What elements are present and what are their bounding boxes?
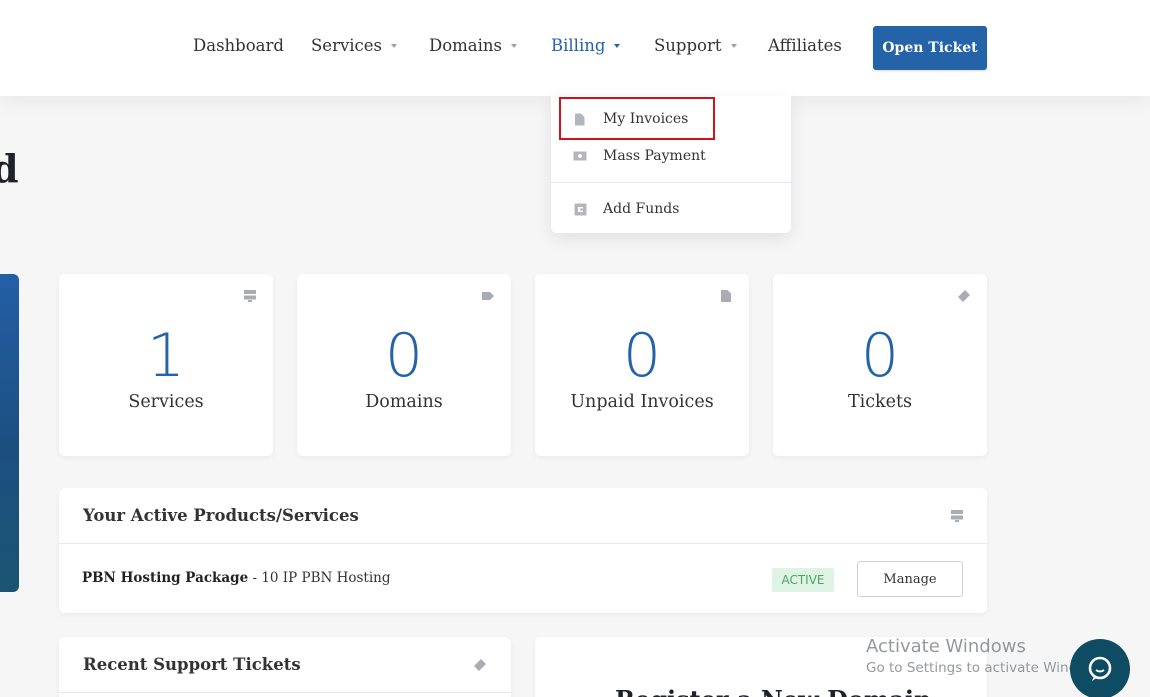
caret-down-icon <box>391 44 398 48</box>
nav-support[interactable]: Support <box>654 36 737 55</box>
status-badge: ACTIVE <box>772 568 834 592</box>
stat-value: 0 <box>860 321 900 391</box>
nav-affiliates[interactable]: Affiliates <box>768 36 842 55</box>
chat-bubble-icon <box>1088 656 1112 681</box>
stat-tile-domains[interactable]: 0 Domains <box>297 274 511 456</box>
stat-value: 0 <box>622 321 662 391</box>
stat-tile-unpaid-invoices[interactable]: 0 Unpaid Invoices <box>535 274 749 456</box>
stat-tile-tickets[interactable]: 0 Tickets <box>773 274 987 456</box>
caret-down-icon <box>614 44 621 48</box>
service-row[interactable]: PBN Hosting Package - 10 IP PBN Hosting <box>82 570 391 586</box>
nav-services[interactable]: Services <box>311 36 398 55</box>
menu-divider <box>551 182 791 183</box>
service-name: PBN Hosting Package <box>82 570 249 586</box>
card-header: Your Active Products/Services <box>59 488 987 544</box>
stat-label: Services <box>128 392 204 412</box>
nav-billing[interactable]: Billing <box>551 36 621 55</box>
caret-down-icon <box>511 44 518 48</box>
server-icon <box>244 290 256 302</box>
nav-support-label: Support <box>654 36 722 55</box>
activate-windows-title: Activate Windows <box>866 636 1026 657</box>
menu-item-add-funds[interactable]: Add Funds <box>551 196 791 222</box>
stat-label: Tickets <box>847 392 913 412</box>
nav-services-label: Services <box>311 36 383 55</box>
highlight-box <box>559 97 715 140</box>
service-detail: - 10 IP PBN Hosting <box>248 570 391 586</box>
nav-domains-label: Domains <box>429 36 503 55</box>
card-title: Register a New Domain <box>615 685 931 697</box>
top-navbar: Dashboard Services Domains Billing Suppo… <box>0 0 1150 96</box>
menu-item-label: Add Funds <box>603 201 680 217</box>
tag-icon <box>482 292 494 300</box>
chat-widget-button[interactable] <box>1070 639 1130 697</box>
nav-domains[interactable]: Domains <box>429 36 518 55</box>
wallet-icon <box>573 202 587 216</box>
stat-value: 0 <box>384 321 424 391</box>
nav-billing-label: Billing <box>551 36 606 55</box>
stat-label: Unpaid Invoices <box>570 392 714 412</box>
stat-tile-services[interactable]: 1 Services <box>59 274 273 456</box>
ticket-icon <box>958 290 970 302</box>
nav-dashboard-label: Dashboard <box>193 36 284 55</box>
caret-down-icon <box>730 44 737 48</box>
active-products-card: Your Active Products/Services PBN Hostin… <box>59 488 987 613</box>
stat-label: Domains <box>365 392 443 412</box>
manage-button[interactable]: Manage <box>857 561 963 597</box>
menu-item-mass-payment[interactable]: Mass Payment <box>551 143 791 169</box>
file-icon <box>721 290 731 302</box>
server-icon <box>951 510 963 522</box>
money-icon <box>573 149 587 163</box>
menu-item-label: Mass Payment <box>603 148 706 164</box>
stat-value: 1 <box>146 321 186 391</box>
nav-affiliates-label: Affiliates <box>768 36 842 55</box>
recent-tickets-card: Recent Support Tickets <box>59 637 511 697</box>
page-title: d <box>0 146 19 191</box>
card-title: Your Active Products/Services <box>83 506 359 525</box>
card-header: Recent Support Tickets <box>59 637 511 693</box>
open-ticket-button[interactable]: Open Ticket <box>873 26 987 70</box>
ticket-icon <box>474 659 486 671</box>
welcome-panel <box>0 274 19 592</box>
nav-dashboard[interactable]: Dashboard <box>193 36 284 55</box>
card-title: Recent Support Tickets <box>83 655 301 674</box>
